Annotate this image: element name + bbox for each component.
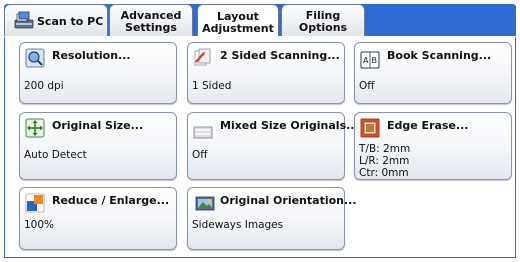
tab-label: Layout Adjustment xyxy=(202,9,274,35)
mixed-size-originals-button[interactable]: Mixed Size Originals... Off xyxy=(187,112,359,180)
button-value: Auto Detect xyxy=(24,149,87,161)
two-sided-scanning-button[interactable]: 2 Sided Scanning... 1 Sided xyxy=(187,42,345,104)
original-orientation-button[interactable]: Original Orientation... Sideways Images xyxy=(187,187,357,250)
tab-label: Scan to PC xyxy=(37,14,104,28)
button-title: Original Size... xyxy=(52,119,144,132)
two-sided-icon xyxy=(194,48,211,66)
book-icon: A B xyxy=(360,51,380,69)
tab-layout-adjustment[interactable]: Layout Adjustment xyxy=(197,4,279,40)
button-value: Sideways Images xyxy=(192,219,284,231)
orientation-icon xyxy=(195,196,215,211)
original-size-button[interactable]: Original Size... Auto Detect xyxy=(19,112,177,180)
tab-advanced-settings[interactable]: Advanced Settings xyxy=(109,4,193,38)
button-title: Book Scanning... xyxy=(387,49,492,62)
resize-arrows-icon xyxy=(25,118,45,138)
button-value: Off xyxy=(192,149,208,161)
button-value: Off xyxy=(359,80,375,92)
tab-filing-options[interactable]: Filing Options xyxy=(281,4,365,38)
edge-erase-icon xyxy=(360,118,380,138)
tab-label: Filing Options xyxy=(298,8,348,34)
mixed-size-icon xyxy=(193,126,213,139)
button-title: Resolution... xyxy=(52,49,131,62)
button-value: T/B: 2mm L/R: 2mm Ctr: 0mm xyxy=(359,143,411,179)
button-value: 200 dpi xyxy=(24,80,64,92)
magnifier-icon xyxy=(25,48,45,68)
svg-text:A: A xyxy=(363,56,369,65)
edge-erase-button[interactable]: Edge Erase... T/B: 2mm L/R: 2mm Ctr: 0mm xyxy=(354,112,512,180)
book-scanning-button[interactable]: A B Book Scanning... Off xyxy=(354,42,512,104)
svg-text:B: B xyxy=(372,56,378,65)
button-value: 1 Sided xyxy=(192,80,232,92)
button-title: Reduce / Enlarge... xyxy=(52,194,170,207)
button-title: 2 Sided Scanning... xyxy=(220,49,340,62)
button-value: 100% xyxy=(24,219,55,231)
reduce-enlarge-icon xyxy=(25,193,45,213)
resolution-button[interactable]: Resolution... 200 dpi xyxy=(19,42,177,104)
tab-scan-to-pc[interactable]: Scan to PC xyxy=(4,4,108,38)
scanner-icon xyxy=(14,11,34,29)
button-title: Original Orientation... xyxy=(220,194,357,207)
tab-label: Advanced Settings xyxy=(120,8,182,34)
button-title: Edge Erase... xyxy=(387,119,469,132)
button-title: Mixed Size Originals... xyxy=(220,119,359,132)
reduce-enlarge-button[interactable]: Reduce / Enlarge... 100% xyxy=(19,187,177,250)
